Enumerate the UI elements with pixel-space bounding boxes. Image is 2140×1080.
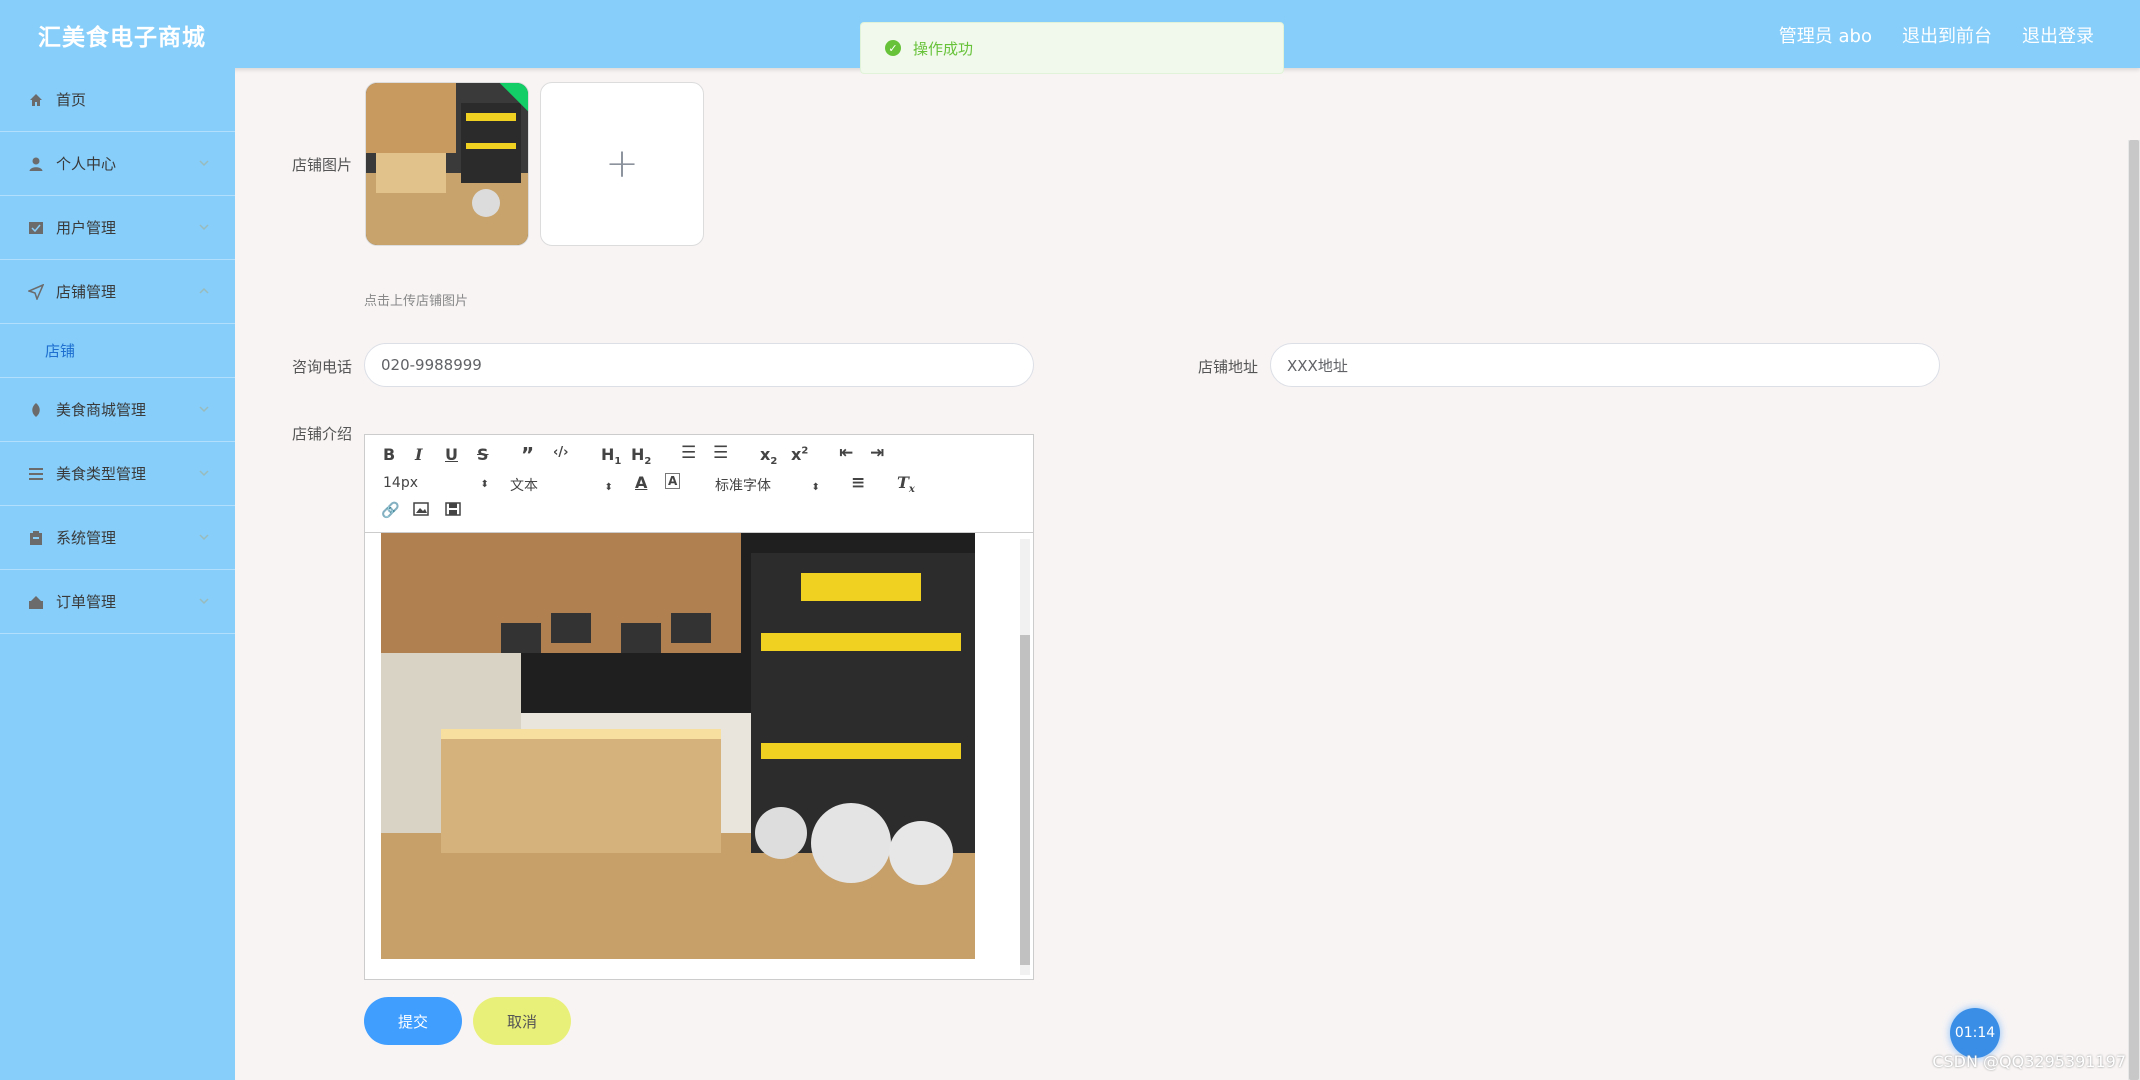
- block-type-select[interactable]: 文本 ⬍: [510, 475, 613, 495]
- chevron-down-icon: [199, 224, 209, 231]
- link-icon[interactable]: 🔗: [381, 501, 400, 519]
- sidebar-subitem-shop[interactable]: 店铺: [0, 324, 235, 378]
- bold-icon[interactable]: B: [383, 445, 395, 464]
- sidebar-item-personal-center[interactable]: 个人中心: [0, 132, 235, 196]
- chevron-down-icon: [199, 534, 209, 541]
- logout-link[interactable]: 退出登录: [2022, 22, 2094, 48]
- shop-image-thumbnail[interactable]: [365, 82, 529, 246]
- superscript-icon[interactable]: x2: [791, 445, 808, 464]
- sidebar-item-system-management[interactable]: 系统管理: [0, 506, 235, 570]
- food-icon: [28, 402, 44, 418]
- quote-icon[interactable]: ”: [521, 443, 534, 467]
- select-arrow-icon: ⬍: [604, 482, 613, 493]
- cancel-button[interactable]: 取消: [473, 997, 571, 1045]
- system-icon: [28, 530, 44, 546]
- background-color-icon[interactable]: A: [665, 473, 681, 489]
- underline-icon[interactable]: U: [445, 445, 458, 464]
- admin-name: 管理员 abo: [1778, 26, 1872, 47]
- list-icon: [28, 466, 44, 482]
- home-icon: [28, 92, 44, 108]
- sidebar-item-label: 系统管理: [56, 529, 117, 547]
- select-arrow-icon: ⬍: [480, 479, 489, 490]
- sidebar-item-home[interactable]: 首页: [0, 68, 235, 132]
- shop-image-label: 店铺图片: [291, 156, 352, 174]
- sidebar-item-food-mall-management[interactable]: 美食商城管理: [0, 378, 235, 442]
- user-icon: [28, 156, 44, 172]
- outdent-icon[interactable]: ⇤: [839, 443, 853, 463]
- sidebar-item-order-management[interactable]: 订单管理: [0, 570, 235, 634]
- strike-icon[interactable]: S: [477, 445, 489, 464]
- font-family-value: 标准字体: [715, 478, 771, 494]
- font-family-select[interactable]: 标准字体 ⬍: [715, 475, 820, 495]
- toast-message: 操作成功: [913, 39, 974, 58]
- image-uploader[interactable]: +: [540, 82, 704, 246]
- sidebar: 首页 个人中心 用户管理 店铺管理 店铺 美食商城管理 美食类型管理 系统管理 …: [0, 68, 235, 1080]
- sidebar-item-label: 美食商城管理: [56, 401, 147, 419]
- exit-to-frontend-link[interactable]: 退出到前台: [1902, 22, 1992, 48]
- video-icon[interactable]: [445, 501, 461, 520]
- page-scrollbar[interactable]: [2128, 140, 2140, 1080]
- sidebar-item-label: 个人中心: [56, 155, 117, 173]
- font-size-select[interactable]: 14px ⬍: [383, 475, 489, 491]
- editor-scrollbar[interactable]: [1017, 539, 1031, 975]
- phone-input[interactable]: 020-9988999: [364, 343, 1034, 387]
- sidebar-item-label: 订单管理: [56, 593, 117, 611]
- italic-icon[interactable]: I: [415, 445, 422, 464]
- block-type-value: 文本: [510, 478, 538, 494]
- editor-content[interactable]: [365, 533, 1033, 979]
- image-icon[interactable]: [413, 501, 429, 520]
- font-size-value: 14px: [383, 475, 418, 491]
- chevron-down-icon: [199, 598, 209, 605]
- chevron-up-icon: [199, 287, 209, 294]
- order-icon: [28, 594, 44, 610]
- bullet-list-icon[interactable]: ☰: [713, 443, 728, 463]
- upload-hint: 点击上传店铺图片: [364, 294, 469, 309]
- brand-title: 汇美食电子商城: [38, 25, 206, 51]
- rich-text-editor: B I U S ” ‹/› H1 H2 ☰ ☰ x2 x2 ⇤ ⇥ 14px ⬍…: [364, 434, 1034, 980]
- editor-toolbar: B I U S ” ‹/› H1 H2 ☰ ☰ x2 x2 ⇤ ⇥ 14px ⬍…: [365, 435, 1033, 533]
- page-scroll-thumb[interactable]: [2129, 140, 2139, 1080]
- clear-format-icon[interactable]: Tx: [897, 473, 915, 495]
- select-arrow-icon: ⬍: [811, 482, 820, 493]
- submit-button[interactable]: 提交: [364, 997, 462, 1045]
- check-circle-icon: ✓: [885, 40, 901, 56]
- chevron-down-icon: [199, 406, 209, 413]
- sidebar-item-label: 用户管理: [56, 219, 117, 237]
- send-icon: [28, 283, 44, 300]
- ordered-list-icon[interactable]: ☰: [681, 443, 696, 463]
- shop-photo-image: [366, 83, 528, 245]
- sidebar-item-label: 首页: [56, 91, 87, 109]
- address-label: 店铺地址: [1197, 358, 1258, 376]
- address-input[interactable]: XXX地址: [1270, 343, 1940, 387]
- intro-label: 店铺介绍: [291, 425, 352, 443]
- success-toast: ✓ 操作成功: [860, 22, 1284, 74]
- shop-interior-image: [381, 533, 975, 959]
- sidebar-item-label: 店铺管理: [56, 283, 117, 301]
- chevron-down-icon: [199, 160, 209, 167]
- chevron-down-icon: [199, 470, 209, 477]
- align-icon[interactable]: ≡: [851, 473, 865, 493]
- scroll-thumb[interactable]: [1020, 635, 1030, 965]
- timer-badge: 01:14: [1950, 1008, 2000, 1058]
- subscript-icon[interactable]: x2: [760, 445, 777, 467]
- h2-icon[interactable]: H2: [631, 445, 651, 467]
- plus-icon: +: [605, 141, 639, 187]
- font-color-icon[interactable]: A: [635, 473, 647, 492]
- phone-label: 咨询电话: [291, 358, 352, 376]
- header-links: 管理员 abo 退出到前台 退出登录: [1779, 22, 2094, 48]
- sidebar-item-label: 美食类型管理: [56, 465, 147, 483]
- indent-icon[interactable]: ⇥: [870, 443, 884, 463]
- sidebar-item-food-type-management[interactable]: 美食类型管理: [0, 442, 235, 506]
- watermark: CSDN @QQ3295391197: [1932, 1052, 2126, 1071]
- users-icon: [28, 220, 44, 236]
- sidebar-item-shop-management[interactable]: 店铺管理: [0, 260, 235, 324]
- code-icon[interactable]: ‹/›: [553, 445, 568, 460]
- sidebar-item-user-management[interactable]: 用户管理: [0, 196, 235, 260]
- h1-icon[interactable]: H1: [601, 445, 621, 467]
